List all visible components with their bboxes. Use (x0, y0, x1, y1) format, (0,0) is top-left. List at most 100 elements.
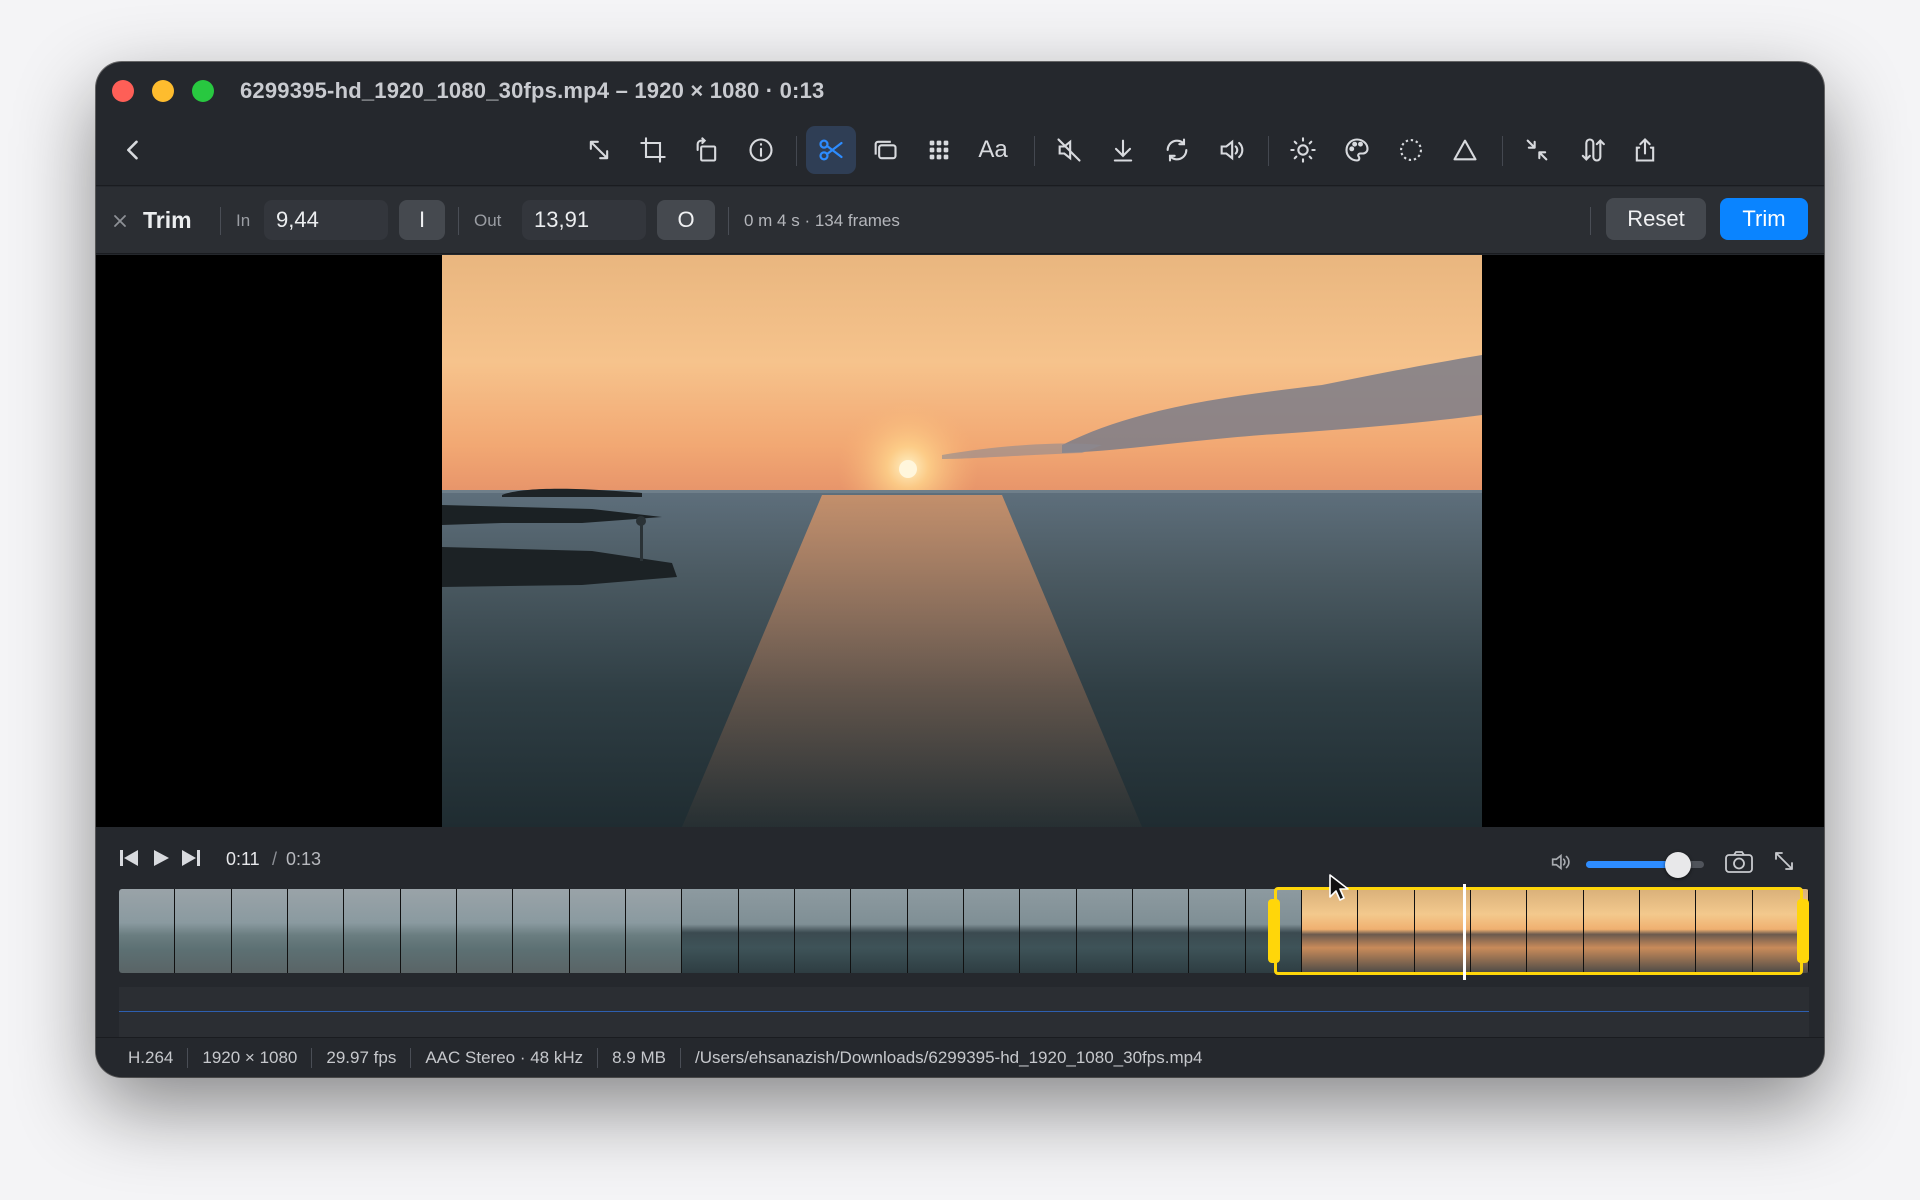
total-time: 0:13 (286, 849, 322, 869)
overlay-windows-icon (874, 140, 897, 160)
trim-bar: Trim In 9,44 I Out 13,91 O 0 m 4 s · 134… (96, 187, 1824, 254)
loop-button[interactable] (1152, 126, 1202, 174)
current-time: 0:11 (226, 849, 260, 869)
sharpen-button[interactable] (1440, 126, 1490, 174)
trim-in-handle[interactable] (1268, 899, 1281, 963)
status-codec: H.264 (128, 1047, 174, 1067)
speaker-icon (1220, 139, 1244, 161)
filmstrip-frame (231, 889, 288, 973)
trim-title: Trim (143, 207, 192, 233)
filmstrip-frame (456, 889, 514, 973)
title-bar: 6299395-hd_1920_1080_30fps.mp4 – 1920 × … (96, 62, 1824, 116)
fullscreen-button[interactable] (1772, 849, 1796, 878)
info-button[interactable] (736, 126, 786, 174)
status-separator (410, 1047, 412, 1068)
crop-button[interactable] (628, 126, 678, 174)
flip-arrows-icon (1581, 138, 1605, 162)
trim-tool-button[interactable] (806, 126, 856, 174)
play-button[interactable] (150, 847, 172, 874)
resize-arrows-icon (589, 140, 609, 160)
video-frame[interactable] (442, 255, 1482, 827)
filmstrip-frame (738, 889, 795, 973)
compress-arrows-icon (1526, 139, 1548, 161)
rotate-icon (696, 137, 717, 162)
toolbar: Aa (96, 116, 1824, 186)
volume-icon-button[interactable] (1548, 851, 1572, 878)
filmstrip-frame (963, 889, 1021, 973)
in-point-field[interactable]: 9,44 (264, 200, 388, 240)
trim-separator (220, 207, 221, 235)
dotted-circle-icon (1400, 139, 1422, 161)
toolbar-separator (1034, 136, 1035, 166)
rotate-button[interactable] (682, 126, 732, 174)
back-button[interactable] (108, 126, 158, 174)
grid-icon (929, 140, 949, 160)
filmstrip-frame (1132, 889, 1190, 973)
palette-icon (1345, 138, 1369, 162)
volume-button[interactable] (1206, 126, 1256, 174)
sun-icon (1290, 137, 1316, 163)
video-stage (96, 255, 1824, 827)
camera-icon (1725, 851, 1753, 873)
set-out-point-button[interactable]: O (657, 200, 715, 240)
trim-selection[interactable] (1274, 887, 1803, 975)
close-trim-button[interactable] (112, 187, 128, 254)
vignette-button[interactable] (1386, 126, 1436, 174)
brightness-button[interactable] (1278, 126, 1328, 174)
filmstrip-frame (1020, 889, 1077, 973)
grid-button[interactable] (914, 126, 964, 174)
text-button[interactable]: Aa (968, 126, 1018, 174)
close-icon (114, 214, 126, 227)
snapshot-button[interactable] (1724, 849, 1754, 880)
text-tool-label: Aa (978, 136, 1008, 163)
in-label: In (236, 210, 251, 230)
trim-duration-info: 0 m 4 s · 134 frames (744, 210, 900, 230)
window-controls (112, 80, 214, 102)
trim-separator (458, 207, 459, 235)
resize-button[interactable] (574, 126, 624, 174)
filmstrip-frame (287, 889, 345, 973)
time-separator: / (272, 849, 278, 869)
trim-separator (1590, 207, 1591, 235)
cursor-arrow-icon (1329, 874, 1349, 901)
color-button[interactable] (1332, 126, 1382, 174)
skip-back-button[interactable] (118, 847, 140, 874)
filmstrip-frame (625, 889, 683, 973)
volume-knob[interactable] (1665, 852, 1692, 878)
out-point-field[interactable]: 13,91 (522, 200, 646, 240)
filmstrip-frame (851, 889, 908, 973)
share-button[interactable] (1620, 126, 1670, 174)
filmstrip-frame (569, 889, 626, 973)
download-button[interactable] (1098, 126, 1148, 174)
filmstrip-frame (119, 889, 176, 973)
skip-forward-button[interactable] (180, 847, 202, 874)
chevron-left-icon (127, 140, 138, 160)
overlay-button[interactable] (860, 126, 910, 174)
crop-icon (640, 137, 666, 163)
scissors-icon (819, 139, 843, 161)
app-window: 6299395-hd_1920_1080_30fps.mp4 – 1920 × … (96, 62, 1824, 1077)
volume-slider[interactable] (1586, 852, 1704, 878)
trim-out-handle[interactable] (1797, 899, 1809, 963)
triangle-icon (1453, 139, 1477, 161)
reset-button[interactable]: Reset (1606, 198, 1706, 240)
filmstrip-frame (175, 889, 232, 973)
trim-button[interactable]: Trim (1720, 198, 1808, 240)
audio-waveform-lane[interactable] (119, 987, 1809, 1037)
minimize-window-button[interactable] (152, 80, 174, 102)
filmstrip-frame (344, 889, 401, 973)
expand-arrows-icon (1775, 852, 1793, 870)
zoom-window-button[interactable] (192, 80, 214, 102)
audio-waveform (119, 1011, 1809, 1012)
compress-button[interactable] (1512, 126, 1562, 174)
playhead[interactable] (1462, 884, 1466, 980)
sunset-sea-image (442, 255, 1482, 827)
status-separator (187, 1047, 189, 1068)
close-window-button[interactable] (112, 80, 134, 102)
set-in-point-button[interactable]: I (399, 200, 445, 240)
skip-back-icon (120, 850, 138, 866)
filmstrip-frame (1189, 889, 1246, 973)
info-icon (749, 138, 773, 162)
mute-button[interactable] (1044, 126, 1094, 174)
flip-button[interactable] (1566, 126, 1616, 174)
